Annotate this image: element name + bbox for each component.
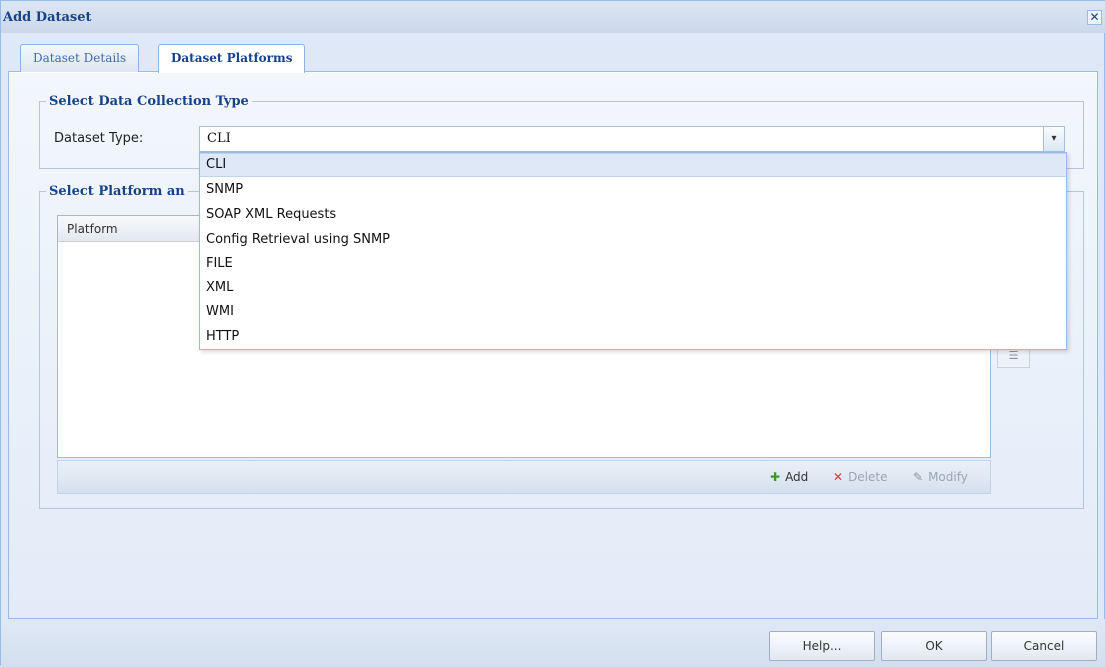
- data-collection-legend: Select Data Collection Type: [49, 94, 249, 109]
- modify-label: Modify: [928, 470, 968, 484]
- pencil-icon: ✎: [913, 470, 924, 484]
- add-button[interactable]: ✚ Add: [770, 470, 808, 484]
- chevron-down-icon[interactable]: ▾: [1043, 127, 1064, 151]
- dropdown-option-http[interactable]: HTTP: [200, 325, 1066, 349]
- ok-button[interactable]: OK: [881, 631, 987, 661]
- plus-icon: ✚: [770, 470, 781, 484]
- grid-column-platform[interactable]: Platform: [67, 222, 118, 236]
- dropdown-option-soap-xml[interactable]: SOAP XML Requests: [200, 203, 1066, 227]
- delete-icon: ✕: [833, 470, 844, 484]
- dropdown-option-wmi[interactable]: WMI: [200, 300, 1066, 324]
- help-button[interactable]: Help...: [769, 631, 875, 661]
- dropdown-option-config-retrieval-snmp[interactable]: Config Retrieval using SNMP: [200, 228, 1066, 252]
- dialog-title: Add Dataset: [3, 10, 92, 25]
- dataset-type-dropdown: CLI SNMP SOAP XML Requests Config Retrie…: [199, 152, 1067, 350]
- dataset-type-combo[interactable]: CLI ▾: [199, 126, 1065, 152]
- tab-dataset-details[interactable]: Dataset Details: [20, 44, 140, 72]
- modify-button[interactable]: ✎ Modify: [913, 470, 968, 484]
- delete-button[interactable]: ✕ Delete: [833, 470, 888, 484]
- dialog-titlebar[interactable]: Add Dataset ✕: [1, 1, 1105, 33]
- dropdown-option-cli[interactable]: CLI: [200, 153, 1066, 177]
- dropdown-option-snmp[interactable]: SNMP: [200, 178, 1066, 202]
- cancel-button[interactable]: Cancel: [991, 631, 1097, 661]
- delete-label: Delete: [848, 470, 888, 484]
- tab-strip: Dataset Details Dataset Platforms: [8, 39, 1098, 73]
- platform-legend: Select Platform an: [49, 184, 185, 199]
- dropdown-option-xml[interactable]: XML: [200, 276, 1066, 300]
- tab-dataset-platforms[interactable]: Dataset Platforms: [158, 44, 306, 73]
- close-icon[interactable]: ✕: [1087, 10, 1102, 25]
- dataset-type-value[interactable]: CLI: [207, 131, 231, 146]
- add-dataset-dialog: Add Dataset ✕ Dataset Details Dataset Pl…: [0, 0, 1105, 667]
- add-label: Add: [785, 470, 809, 484]
- dataset-type-label: Dataset Type:: [54, 131, 144, 146]
- dropdown-option-file[interactable]: FILE: [200, 252, 1066, 276]
- platform-toolbar: ✚ Add ✕ Delete ✎ Modify: [57, 460, 991, 494]
